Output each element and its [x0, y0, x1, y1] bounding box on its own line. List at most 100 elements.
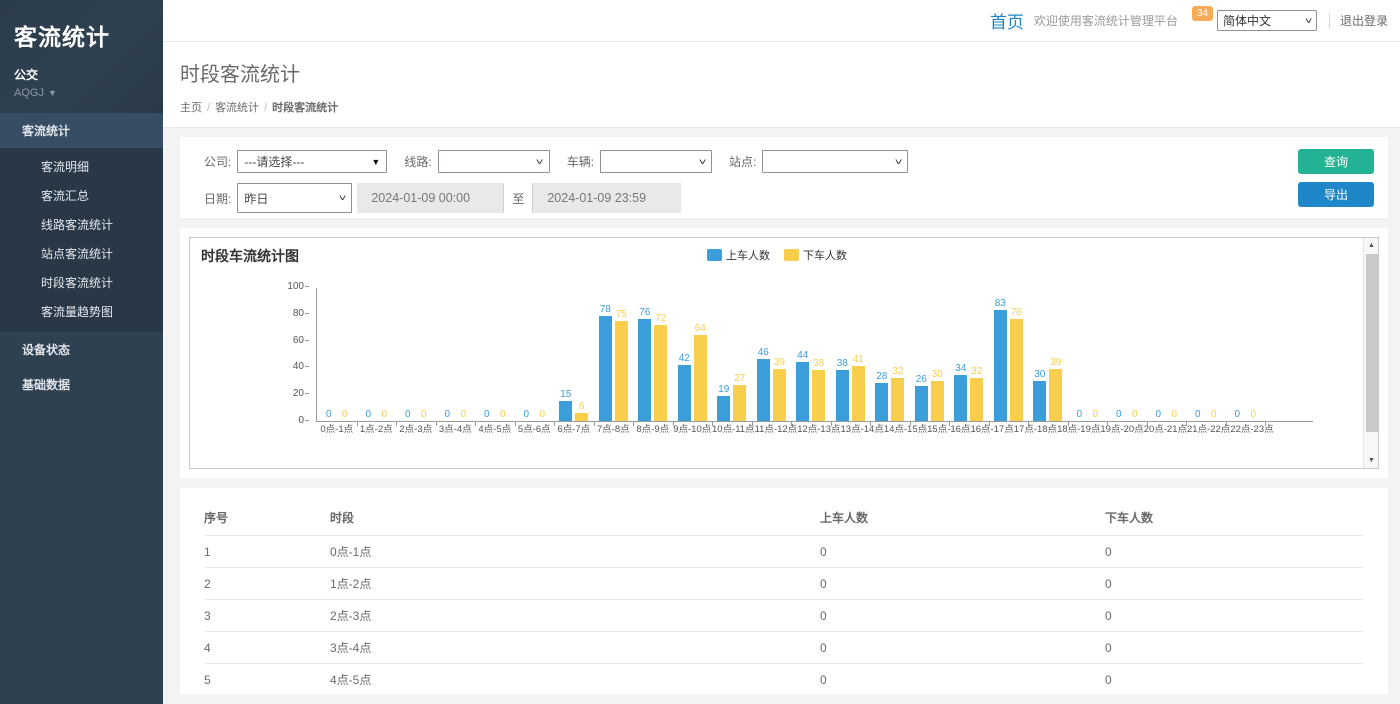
bar — [836, 370, 849, 421]
bar — [678, 365, 691, 421]
breadcrumb-item-1[interactable]: 客流统计/ — [215, 99, 267, 115]
language-select[interactable]: 简体中文 ˅ — [1217, 10, 1317, 31]
bar-value-label: 72 — [655, 313, 666, 324]
bar-value-label: 0 — [1076, 409, 1082, 420]
breadcrumb-item-0[interactable]: 主页/ — [180, 99, 210, 115]
y-axis-tick: 40 — [266, 361, 304, 373]
bar-wrap: 34 — [954, 288, 967, 421]
table-header-cell: 时段 — [330, 501, 820, 536]
submenu-item-2[interactable]: 线路客流统计 — [0, 210, 163, 239]
bar — [615, 321, 628, 422]
chevron-down-icon: ˅ — [339, 193, 347, 203]
bar-wrap: 30 — [931, 288, 944, 421]
line-select[interactable]: ˅ — [438, 150, 550, 173]
date-from-input[interactable]: 2024-01-09 00:00 — [357, 183, 503, 213]
vehicle-select[interactable]: ˅ — [600, 150, 712, 173]
bar — [852, 366, 865, 421]
table-cell: 0点-1点 — [330, 536, 820, 568]
bar-value-label: 0 — [1211, 409, 1217, 420]
bar-value-label: 78 — [600, 304, 611, 315]
bar-wrap: 0 — [417, 288, 430, 421]
bar-wrap: 0 — [496, 288, 509, 421]
x-axis-label: 14点-15点 — [884, 422, 927, 437]
date-preset-select[interactable]: 昨日 ˅ — [237, 183, 352, 213]
bar — [599, 316, 612, 421]
y-axis-tick: 80 — [266, 308, 304, 320]
bar-value-label: 0 — [1155, 409, 1161, 420]
bar-value-label: 0 — [1250, 409, 1256, 420]
bar-value-label: 27 — [734, 373, 745, 384]
bar-group: 3841 — [831, 288, 871, 421]
bar-wrap: 15 — [559, 288, 572, 421]
submenu-item-1[interactable]: 客流汇总 — [0, 181, 163, 210]
x-axis-label: 18点-19点 — [1057, 422, 1100, 437]
bar-wrap: 72 — [654, 288, 667, 421]
nav-home-link[interactable]: 首页 — [990, 8, 1024, 33]
bar-group: 76 72 — [633, 288, 673, 421]
bar — [575, 413, 588, 421]
bar-value-label: 39 — [774, 357, 785, 368]
table-cell: 0 — [820, 600, 1105, 632]
table-header-row: 序号时段上车人数下车人数 — [204, 501, 1364, 536]
table-cell: 4 — [204, 632, 330, 664]
chart-plot-area: 020406080100 000000000000156787576724264… — [316, 288, 1313, 437]
legend-swatch — [784, 249, 799, 261]
page-title: 时段客流统计 — [180, 58, 1400, 87]
sidebar-item-1[interactable]: 设备状态 — [0, 332, 163, 367]
submenu-item-3[interactable]: 站点客流统计 — [0, 239, 163, 268]
app-title: 客流统计 — [14, 18, 149, 52]
date-to-input[interactable]: 2024-01-09 23:59 — [533, 183, 681, 213]
bar — [1010, 319, 1023, 421]
bar — [796, 362, 809, 421]
notification-badge[interactable]: 34 — [1192, 6, 1213, 21]
bar — [994, 310, 1007, 421]
bar-value-label: 75 — [616, 309, 627, 320]
scroll-down-button[interactable]: ▼ — [1364, 453, 1379, 468]
x-axis-label: 7点-8点 — [594, 422, 634, 437]
bar-wrap: 32 — [891, 288, 904, 421]
submenu-item-0[interactable]: 客流明细 — [0, 152, 163, 181]
bar-wrap: 0 — [536, 288, 549, 421]
logout-link[interactable]: 退出登录 — [1340, 12, 1388, 29]
bar-value-label: 0 — [444, 409, 450, 420]
submenu-item-5[interactable]: 客流量趋势图 — [0, 297, 163, 326]
table-row: 54点-5点00 — [204, 664, 1364, 695]
table-header-cell: 上车人数 — [820, 501, 1105, 536]
bar-value-label: 76 — [1011, 307, 1022, 318]
scroll-up-button[interactable]: ▲ — [1364, 238, 1379, 253]
table-cell: 0 — [1105, 536, 1364, 568]
bar-group: 1927 — [712, 288, 752, 421]
sidebar-item-0[interactable]: 客流统计 — [0, 113, 163, 148]
bar-value-label: 0 — [523, 409, 529, 420]
bar-wrap: 0 — [1231, 288, 1244, 421]
station-select[interactable]: ˅ — [762, 150, 908, 173]
bar-wrap: 44 — [796, 288, 809, 421]
chart-scrollbar[interactable]: ▲ ▼ — [1363, 238, 1378, 468]
bar-group: 156 — [554, 288, 594, 421]
bar-wrap: 0 — [1152, 288, 1165, 421]
bar-value-label: 0 — [326, 409, 332, 420]
submenu-item-4[interactable]: 时段客流统计 — [0, 268, 163, 297]
bar-value-label: 44 — [797, 350, 808, 361]
bar-value-label: 32 — [971, 366, 982, 377]
company-select[interactable]: ---请选择--- ▼ — [237, 150, 387, 173]
bar-wrap: 0 — [338, 288, 351, 421]
bar-group: 8376 — [989, 288, 1029, 421]
table-cell: 0 — [1105, 600, 1364, 632]
table-cell: 3点-4点 — [330, 632, 820, 664]
query-button[interactable]: 查询 — [1298, 149, 1374, 174]
x-axis-label: 13点-14点 — [841, 422, 884, 437]
legend-item[interactable]: 下车人数 — [784, 247, 847, 263]
legend-item[interactable]: 上车人数 — [707, 247, 770, 263]
bar-group: 00 — [515, 288, 555, 421]
export-button[interactable]: 导出 — [1298, 182, 1374, 207]
sidebar-item-2[interactable]: 基础数据 — [0, 367, 163, 402]
vehicle-label: 车辆: — [567, 153, 594, 170]
bar-wrap: 0 — [401, 288, 414, 421]
bar-wrap: 78 — [599, 288, 612, 421]
org-code-dropdown[interactable]: AQGJ▼ — [14, 87, 149, 99]
table-cell: 0 — [1105, 632, 1364, 664]
bar-value-label: 76 — [639, 307, 650, 318]
bar-group: 00 — [1107, 288, 1147, 421]
scrollbar-thumb[interactable] — [1366, 254, 1378, 432]
